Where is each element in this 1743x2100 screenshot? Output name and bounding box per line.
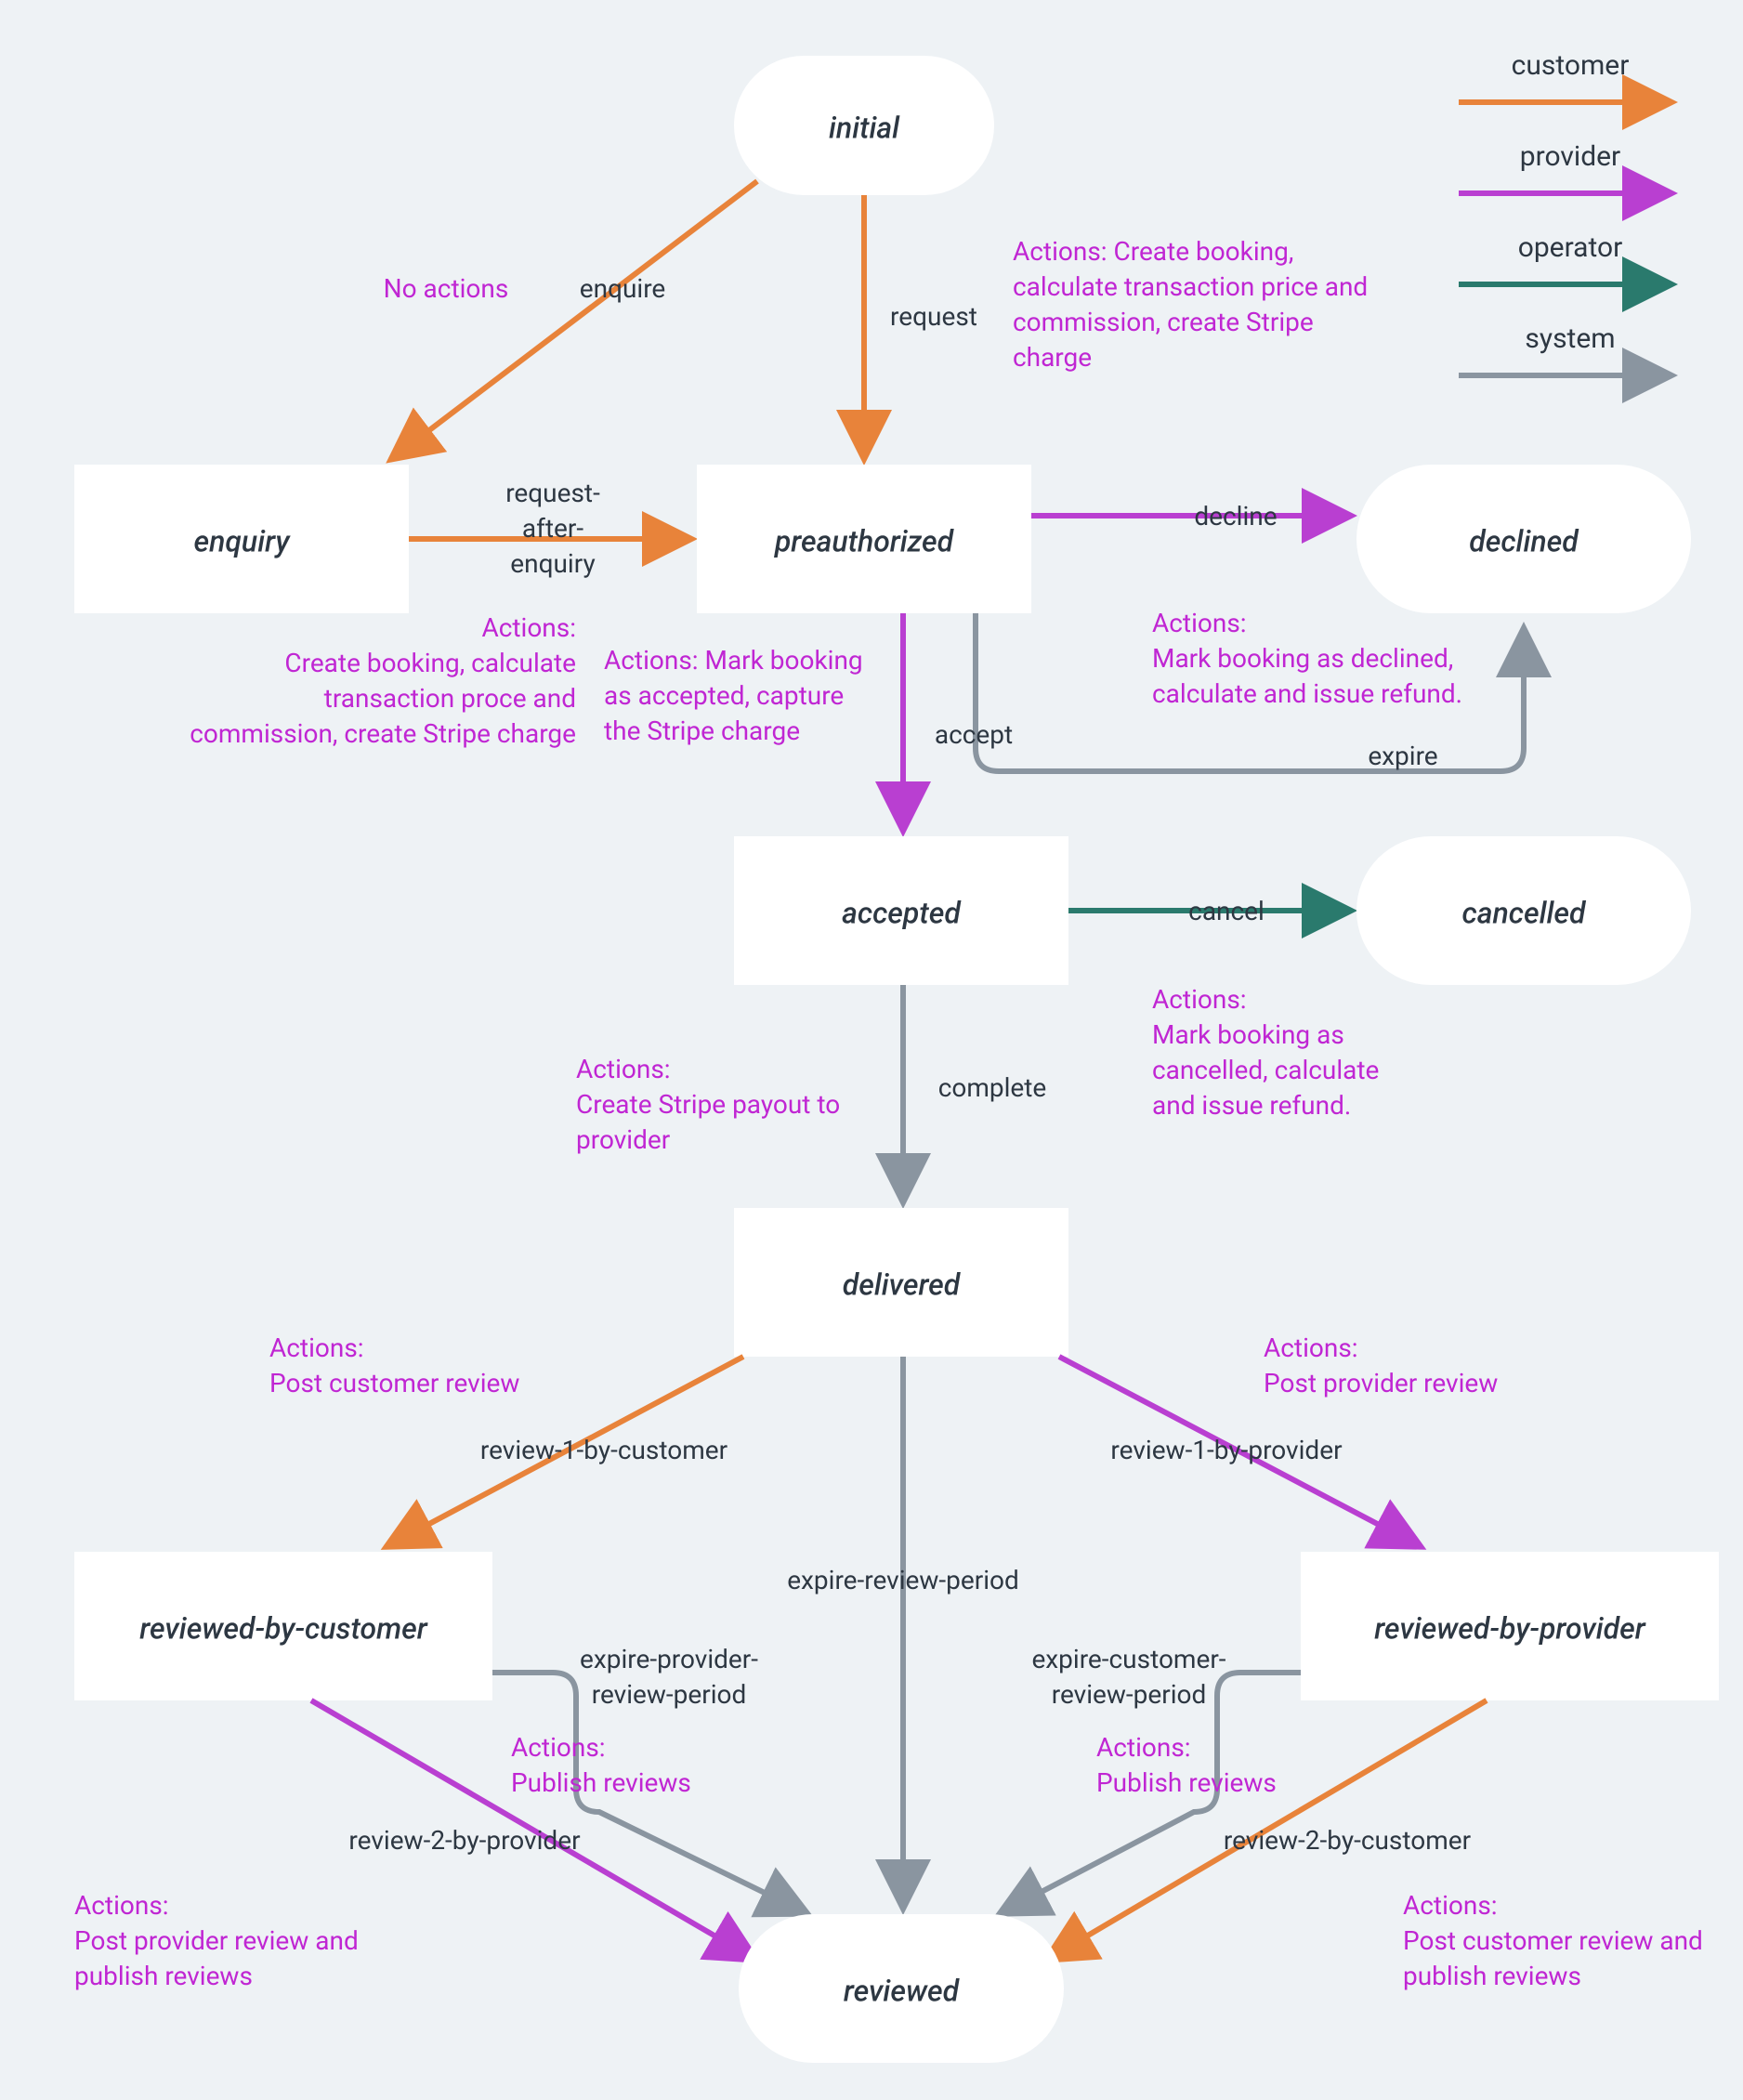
state-initial: initial xyxy=(734,56,994,195)
action-complete-2: Create Stripe payout to xyxy=(576,1089,840,1120)
action-request-2: calculate transaction price and xyxy=(1013,271,1368,302)
action-publish1b: Publish reviews xyxy=(511,1767,691,1798)
transition-r1cust: review-1-by-customer xyxy=(480,1435,728,1465)
action-rae-2: Create booking, calculate xyxy=(284,648,576,678)
legend-operator-label: operator xyxy=(1518,231,1623,264)
action-r1cust-2: Post customer review xyxy=(269,1368,519,1398)
svg-text:declined: declined xyxy=(1469,523,1579,558)
transition-decline: decline xyxy=(1194,501,1277,532)
svg-text:initial: initial xyxy=(829,110,900,145)
arrow-initial-enquiry xyxy=(390,181,757,460)
transition-r2cust: review-2-by-customer xyxy=(1224,1825,1472,1856)
action-r2prov-2: Post provider review and xyxy=(74,1925,359,1956)
action-cancel-4: and issue refund. xyxy=(1152,1090,1351,1121)
action-r1prov-2: Post provider review xyxy=(1264,1368,1498,1398)
action-decline-2: Mark booking as declined, xyxy=(1152,643,1453,674)
transition-request: request xyxy=(890,301,977,332)
transition-expire: expire xyxy=(1368,741,1437,771)
state-declined: declined xyxy=(1356,465,1691,613)
svg-text:delivered: delivered xyxy=(843,1267,962,1302)
action-decline-3: calculate and issue refund. xyxy=(1152,678,1462,709)
transition-cancel: cancel xyxy=(1188,896,1265,926)
transition-exp-cust-1: expire-customer- xyxy=(1031,1644,1225,1674)
action-cancel-1: Actions: xyxy=(1152,984,1247,1015)
svg-text:preauthorized: preauthorized xyxy=(774,523,955,558)
state-reviewed: reviewed xyxy=(739,1914,1064,2063)
transition-rae-1: request- xyxy=(505,478,600,508)
transition-rae-2: after- xyxy=(522,513,583,544)
action-r1prov-1: Actions: xyxy=(1264,1332,1358,1363)
action-decline-1: Actions: xyxy=(1152,608,1247,638)
action-request-4: charge xyxy=(1013,342,1092,373)
legend-customer-label: customer xyxy=(1512,49,1630,82)
transition-r1prov: review-1-by-provider xyxy=(1110,1435,1343,1465)
state-reviewed-by-customer: reviewed-by-customer xyxy=(74,1552,492,1700)
svg-text:reviewed-by-provider: reviewed-by-provider xyxy=(1374,1610,1646,1646)
action-request-3: commission, create Stripe xyxy=(1013,307,1314,337)
legend-provider-label: provider xyxy=(1520,140,1620,173)
action-cancel-2: Mark booking as xyxy=(1152,1019,1344,1050)
svg-text:accepted: accepted xyxy=(842,895,962,930)
transition-enquire: enquire xyxy=(580,273,666,304)
transition-exp-cust-2: review-period xyxy=(1052,1679,1207,1710)
action-r2cust-2: Post customer review and xyxy=(1403,1925,1703,1956)
svg-text:enquiry: enquiry xyxy=(193,523,291,558)
action-rae-1: Actions: xyxy=(481,612,576,643)
svg-text:cancelled: cancelled xyxy=(1462,895,1587,930)
action-accept-2: as accepted, capture xyxy=(604,680,844,711)
action-r2cust-3: publish reviews xyxy=(1403,1961,1581,1991)
legend: customer provider operator system xyxy=(1459,49,1672,375)
transition-r2prov: review-2-by-provider xyxy=(348,1825,581,1856)
action-complete-3: provider xyxy=(576,1124,671,1155)
action-rae-3: transaction proce and xyxy=(324,683,576,714)
transition-exp-prov-1: expire-provider- xyxy=(580,1644,758,1674)
action-r2prov-1: Actions: xyxy=(74,1890,169,1921)
state-delivered: delivered xyxy=(734,1208,1068,1357)
transaction-flow-diagram: customer provider operator system initia… xyxy=(0,0,1743,2100)
state-cancelled: cancelled xyxy=(1356,836,1691,985)
action-cancel-3: cancelled, calculate xyxy=(1152,1055,1379,1085)
state-accepted: accepted xyxy=(734,836,1068,985)
action-complete-1: Actions: xyxy=(576,1054,671,1084)
legend-system-label: system xyxy=(1525,322,1615,355)
action-r2prov-3: publish reviews xyxy=(74,1961,253,1991)
action-request-1: Actions: Create booking, xyxy=(1013,236,1293,267)
state-preauthorized: preauthorized xyxy=(697,465,1031,613)
action-r1cust-1: Actions: xyxy=(269,1332,364,1363)
action-publish2b: Publish reviews xyxy=(1096,1767,1277,1798)
state-enquiry: enquiry xyxy=(74,465,409,613)
action-publish2a: Actions: xyxy=(1096,1732,1191,1763)
action-rae-4: commission, create Stripe charge xyxy=(190,718,576,749)
svg-text:reviewed-by-customer: reviewed-by-customer xyxy=(139,1610,427,1646)
action-accept-1: Actions: Mark booking xyxy=(604,645,863,676)
action-publish1a: Actions: xyxy=(511,1732,606,1763)
svg-text:reviewed: reviewed xyxy=(844,1973,961,2008)
action-r2cust-1: Actions: xyxy=(1403,1890,1498,1921)
transition-expire-rp: expire-review-period xyxy=(787,1565,1019,1595)
state-reviewed-by-provider: reviewed-by-provider xyxy=(1301,1552,1719,1700)
transition-accept: accept xyxy=(935,719,1013,750)
transition-complete: complete xyxy=(938,1072,1047,1103)
transition-exp-prov-2: review-period xyxy=(592,1679,747,1710)
action-accept-3: the Stripe charge xyxy=(604,715,800,746)
action-no-actions: No actions xyxy=(384,273,509,304)
transition-rae-3: enquiry xyxy=(510,548,595,579)
